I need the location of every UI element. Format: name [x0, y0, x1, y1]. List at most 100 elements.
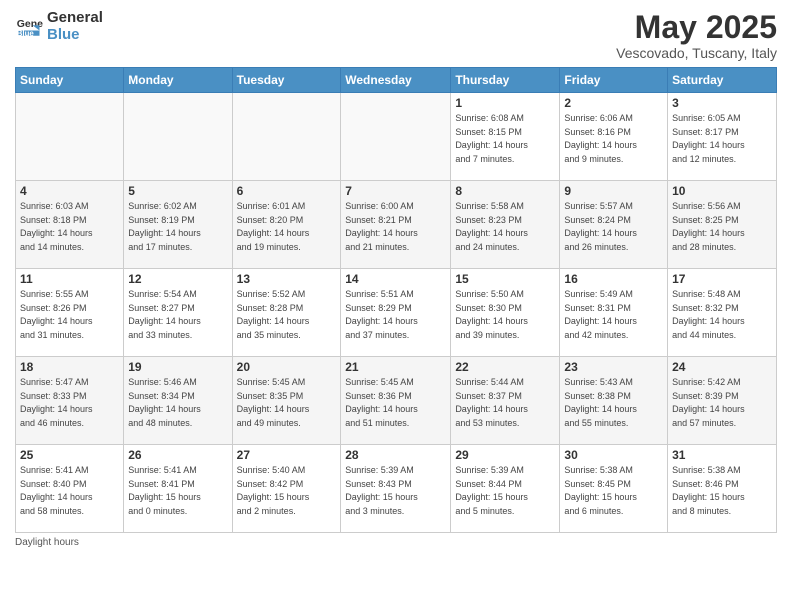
day-info: Sunrise: 6:01 AM Sunset: 8:20 PM Dayligh… [237, 200, 337, 254]
day-number: 30 [564, 448, 663, 462]
day-info: Sunrise: 5:56 AM Sunset: 8:25 PM Dayligh… [672, 200, 772, 254]
day-info: Sunrise: 6:05 AM Sunset: 8:17 PM Dayligh… [672, 112, 772, 166]
day-info: Sunrise: 5:43 AM Sunset: 8:38 PM Dayligh… [564, 376, 663, 430]
day-cell: 20 Sunrise: 5:45 AM Sunset: 8:35 PM Dayli… [232, 357, 341, 445]
day-cell: 27 Sunrise: 5:40 AM Sunset: 8:42 PM Dayli… [232, 445, 341, 533]
day-number: 29 [455, 448, 555, 462]
day-cell: 9 Sunrise: 5:57 AM Sunset: 8:24 PM Daylig… [560, 181, 668, 269]
day-info: Sunrise: 5:46 AM Sunset: 8:34 PM Dayligh… [128, 376, 227, 430]
svg-text:Blue: Blue [17, 28, 35, 37]
day-number: 14 [345, 272, 446, 286]
day-number: 16 [564, 272, 663, 286]
day-number: 26 [128, 448, 227, 462]
day-info: Sunrise: 5:55 AM Sunset: 8:26 PM Dayligh… [20, 288, 119, 342]
day-info: Sunrise: 5:39 AM Sunset: 8:43 PM Dayligh… [345, 464, 446, 518]
location-subtitle: Vescovado, Tuscany, Italy [616, 45, 777, 61]
day-number: 4 [20, 184, 119, 198]
week-row-5: 25Sunrise: 5:41 AM Sunset: 8:40 PM Dayli… [16, 445, 777, 533]
day-number: 10 [672, 184, 772, 198]
day-cell: 18 Sunrise: 5:47 AM Sunset: 8:33 PM Dayli… [16, 357, 124, 445]
day-cell: 15Sunrise: 5:50 AM Sunset: 8:30 PM Dayli… [451, 269, 560, 357]
day-info: Sunrise: 6:02 AM Sunset: 8:19 PM Dayligh… [128, 200, 227, 254]
weekday-tuesday: Tuesday [232, 68, 341, 93]
day-cell: 5 Sunrise: 6:02 AM Sunset: 8:19 PM Daylig… [124, 181, 232, 269]
day-cell: 3 Sunrise: 6:05 AM Sunset: 8:17 PM Daylig… [668, 93, 777, 181]
day-info: Sunrise: 5:54 AM Sunset: 8:27 PM Dayligh… [128, 288, 227, 342]
day-cell: 7 Sunrise: 6:00 AM Sunset: 8:21 PM Daylig… [341, 181, 451, 269]
calendar-table: SundayMondayTuesdayWednesdayThursdayFrid… [15, 67, 777, 533]
day-number: 18 [20, 360, 119, 374]
day-number: 5 [128, 184, 227, 198]
weekday-wednesday: Wednesday [341, 68, 451, 93]
month-title: May 2025 [616, 10, 777, 45]
day-info: Sunrise: 5:44 AM Sunset: 8:37 PM Dayligh… [455, 376, 555, 430]
day-info: Sunrise: 5:48 AM Sunset: 8:32 PM Dayligh… [672, 288, 772, 342]
day-info: Sunrise: 5:49 AM Sunset: 8:31 PM Dayligh… [564, 288, 663, 342]
logo: General Blue General Blue [15, 10, 103, 43]
day-cell: 4Sunrise: 6:03 AM Sunset: 8:18 PM Daylig… [16, 181, 124, 269]
footer: Daylight hours [15, 537, 777, 548]
day-info: Sunrise: 5:38 AM Sunset: 8:45 PM Dayligh… [564, 464, 663, 518]
day-cell: 19Sunrise: 5:46 AM Sunset: 8:34 PM Dayli… [124, 357, 232, 445]
day-info: Sunrise: 5:51 AM Sunset: 8:29 PM Dayligh… [345, 288, 446, 342]
page: General Blue General Blue May 2025 Vesco… [0, 0, 792, 612]
day-cell: 1Sunrise: 6:08 AM Sunset: 8:15 PM Daylig… [451, 93, 560, 181]
day-cell: 8Sunrise: 5:58 AM Sunset: 8:23 PM Daylig… [451, 181, 560, 269]
day-cell: 23 Sunrise: 5:43 AM Sunset: 8:38 PM Dayli… [560, 357, 668, 445]
day-info: Sunrise: 5:39 AM Sunset: 8:44 PM Dayligh… [455, 464, 555, 518]
day-info: Sunrise: 5:40 AM Sunset: 8:42 PM Dayligh… [237, 464, 337, 518]
day-number: 11 [20, 272, 119, 286]
day-info: Sunrise: 5:58 AM Sunset: 8:23 PM Dayligh… [455, 200, 555, 254]
day-cell: 31Sunrise: 5:38 AM Sunset: 8:46 PM Dayli… [668, 445, 777, 533]
week-row-2: 4Sunrise: 6:03 AM Sunset: 8:18 PM Daylig… [16, 181, 777, 269]
day-cell: 17 Sunrise: 5:48 AM Sunset: 8:32 PM Dayli… [668, 269, 777, 357]
week-row-4: 18 Sunrise: 5:47 AM Sunset: 8:33 PM Dayli… [16, 357, 777, 445]
logo-blue: Blue [47, 27, 103, 44]
day-cell: 10 Sunrise: 5:56 AM Sunset: 8:25 PM Dayli… [668, 181, 777, 269]
day-number: 17 [672, 272, 772, 286]
day-cell: 21Sunrise: 5:45 AM Sunset: 8:36 PM Dayli… [341, 357, 451, 445]
day-number: 12 [128, 272, 227, 286]
day-cell: 13 Sunrise: 5:52 AM Sunset: 8:28 PM Dayli… [232, 269, 341, 357]
logo-general: General [47, 10, 103, 27]
week-row-3: 11 Sunrise: 5:55 AM Sunset: 8:26 PM Dayli… [16, 269, 777, 357]
logo-icon: General Blue [15, 13, 43, 41]
day-cell: 24 Sunrise: 5:42 AM Sunset: 8:39 PM Dayli… [668, 357, 777, 445]
day-cell: 14 Sunrise: 5:51 AM Sunset: 8:29 PM Dayli… [341, 269, 451, 357]
weekday-monday: Monday [124, 68, 232, 93]
weekday-friday: Friday [560, 68, 668, 93]
day-info: Sunrise: 5:52 AM Sunset: 8:28 PM Dayligh… [237, 288, 337, 342]
day-info: Sunrise: 5:45 AM Sunset: 8:35 PM Dayligh… [237, 376, 337, 430]
day-number: 6 [237, 184, 337, 198]
day-info: Sunrise: 5:50 AM Sunset: 8:30 PM Dayligh… [455, 288, 555, 342]
day-cell [124, 93, 232, 181]
day-info: Sunrise: 5:47 AM Sunset: 8:33 PM Dayligh… [20, 376, 119, 430]
day-cell: 22Sunrise: 5:44 AM Sunset: 8:37 PM Dayli… [451, 357, 560, 445]
day-cell: 12 Sunrise: 5:54 AM Sunset: 8:27 PM Dayli… [124, 269, 232, 357]
day-number: 27 [237, 448, 337, 462]
day-number: 9 [564, 184, 663, 198]
day-info: Sunrise: 5:41 AM Sunset: 8:41 PM Dayligh… [128, 464, 227, 518]
day-number: 13 [237, 272, 337, 286]
title-block: May 2025 Vescovado, Tuscany, Italy [616, 10, 777, 61]
day-number: 28 [345, 448, 446, 462]
day-number: 25 [20, 448, 119, 462]
daylight-label: Daylight hours [15, 537, 79, 548]
day-info: Sunrise: 6:08 AM Sunset: 8:15 PM Dayligh… [455, 112, 555, 166]
weekday-sunday: Sunday [16, 68, 124, 93]
weekday-saturday: Saturday [668, 68, 777, 93]
day-number: 3 [672, 96, 772, 110]
day-number: 24 [672, 360, 772, 374]
day-cell: 25Sunrise: 5:41 AM Sunset: 8:40 PM Dayli… [16, 445, 124, 533]
day-info: Sunrise: 6:00 AM Sunset: 8:21 PM Dayligh… [345, 200, 446, 254]
day-number: 20 [237, 360, 337, 374]
day-cell: 30 Sunrise: 5:38 AM Sunset: 8:45 PM Dayli… [560, 445, 668, 533]
day-number: 7 [345, 184, 446, 198]
day-number: 23 [564, 360, 663, 374]
day-info: Sunrise: 6:06 AM Sunset: 8:16 PM Dayligh… [564, 112, 663, 166]
day-info: Sunrise: 5:45 AM Sunset: 8:36 PM Dayligh… [345, 376, 446, 430]
header: General Blue General Blue May 2025 Vesco… [15, 10, 777, 61]
day-info: Sunrise: 5:57 AM Sunset: 8:24 PM Dayligh… [564, 200, 663, 254]
day-cell: 11 Sunrise: 5:55 AM Sunset: 8:26 PM Dayli… [16, 269, 124, 357]
day-info: Sunrise: 5:42 AM Sunset: 8:39 PM Dayligh… [672, 376, 772, 430]
